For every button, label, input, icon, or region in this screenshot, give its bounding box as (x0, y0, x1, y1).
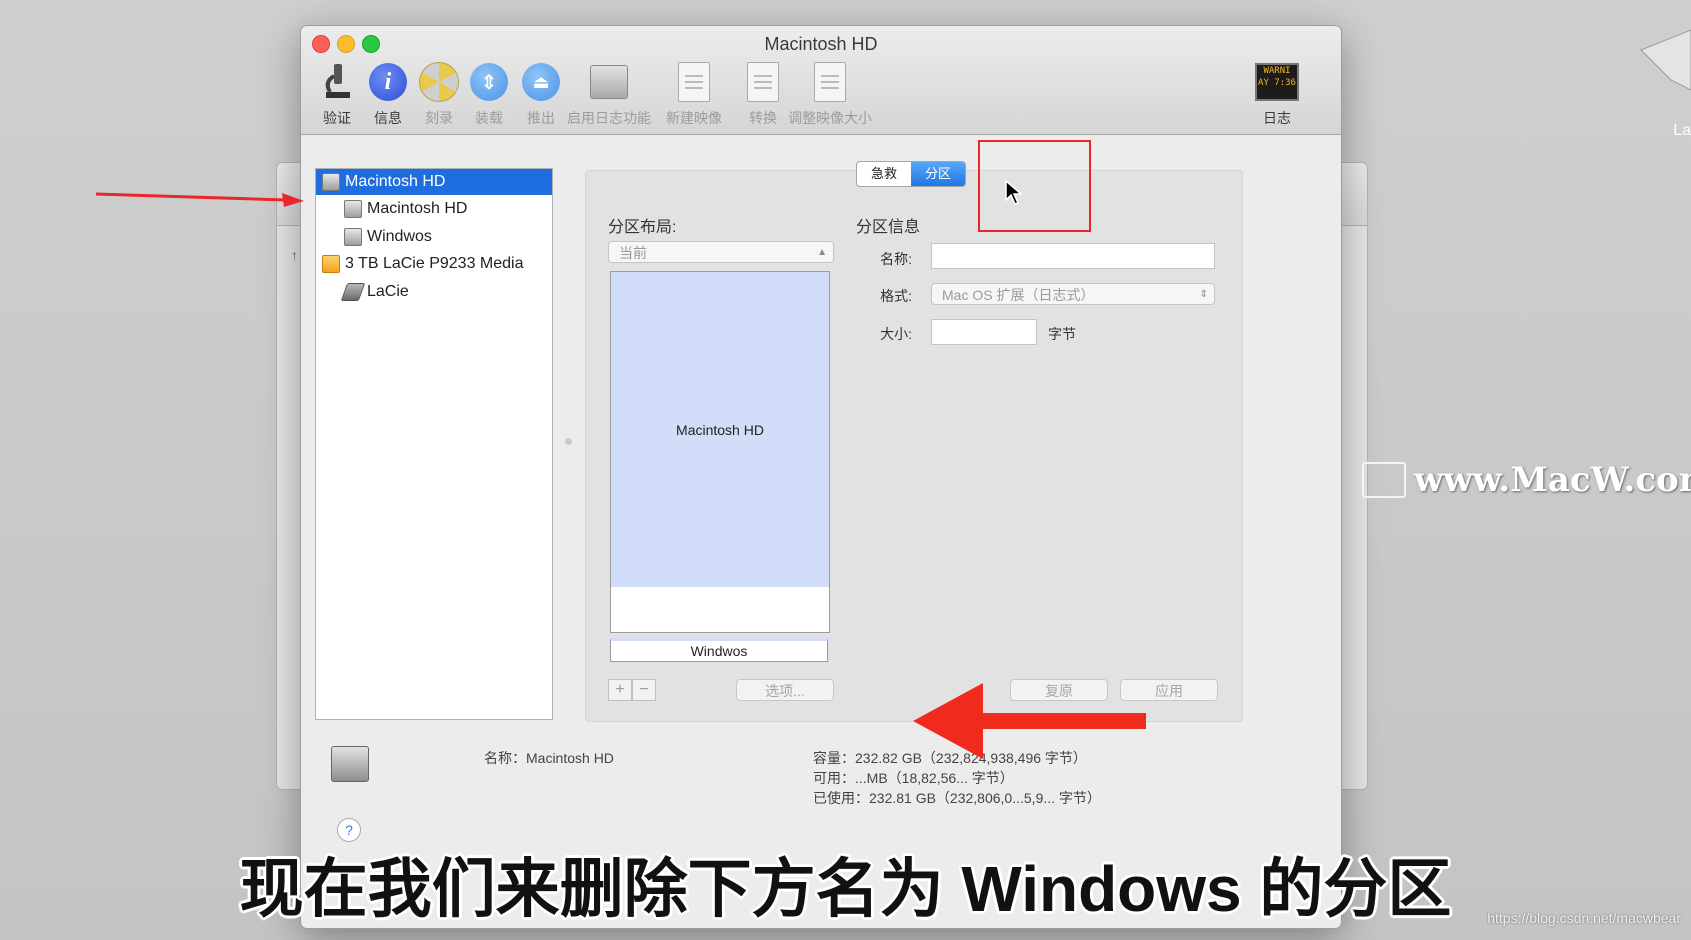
chevron-updown-icon: ▲ (817, 247, 827, 258)
new-image-button[interactable]: 新建映像 (666, 60, 722, 128)
resize-image-icon (814, 62, 846, 102)
microscope-icon (315, 60, 359, 104)
partition-layout-heading: 分区布局: (608, 219, 677, 236)
tab-partition[interactable]: 分区 (911, 162, 966, 186)
format-field-label: 格式: (880, 288, 912, 304)
sidebar-item-windwos-volume[interactable]: Windwos (316, 224, 552, 250)
resize-image-button[interactable]: 调整映像大小 (788, 60, 872, 128)
info-name: 名称：Macintosh HD (484, 750, 614, 766)
journal-disk-icon (590, 65, 628, 99)
info-used: 已使用：232.81 GB（232,806,0...5,9... 字节） (813, 790, 1101, 806)
log-console-icon: WARNI AY 7:36 (1255, 63, 1299, 101)
sidebar-item-lacie-disk[interactable]: 3 TB LaCie P9233 Media (316, 251, 552, 277)
verify-button[interactable]: 验证 (315, 60, 359, 128)
annotation-arrow-small (96, 192, 304, 207)
up-arrow-icon: ↑ (291, 247, 298, 263)
burn-label: 刻录 (425, 110, 453, 126)
partition-macintosh-hd[interactable]: Macintosh HD (611, 272, 829, 587)
tab-segmented-control: 急救 分区 (856, 161, 967, 187)
enable-journaling-button[interactable]: 启用日志功能 (567, 60, 651, 128)
info-label: 信息 (374, 110, 402, 126)
disk-utility-window: Macintosh HD 验证 i 信息 刻录 ⇕ 装载 ⏏ 推出 启用日志功能 (300, 25, 1342, 929)
disk-list-sidebar[interactable]: Macintosh HD Macintosh HD Windwos 3 TB L… (315, 168, 553, 720)
volume-icon (344, 228, 362, 246)
sidebar-item-macintosh-hd-disk[interactable]: Macintosh HD (316, 169, 552, 195)
mount-icon: ⇕ (470, 63, 508, 101)
internal-disk-icon (322, 173, 340, 191)
options-button[interactable]: 选项... (736, 679, 834, 701)
titlebar: Macintosh HD 验证 i 信息 刻录 ⇕ 装载 ⏏ 推出 启用日志功能 (301, 26, 1341, 135)
partition-info-heading: 分区信息 (856, 219, 921, 236)
burn-button[interactable]: 刻录 (417, 60, 461, 128)
window-title: Macintosh HD (764, 34, 878, 54)
name-field-label: 名称: (880, 251, 912, 267)
sidebar-item-lacie-volume[interactable]: LaCie (316, 279, 552, 305)
external-volume-icon (340, 283, 366, 301)
mouse-cursor-icon (1005, 180, 1023, 205)
new-image-label: 新建映像 (666, 110, 722, 126)
subtitle-caption: 现在我们来删除下方名为 Windows 的分区 (239, 853, 1452, 925)
size-unit: 字节 (1048, 326, 1076, 342)
verify-label: 验证 (323, 110, 351, 126)
convert-icon (747, 62, 779, 102)
sidebar-item-label: 3 TB LaCie P9233 Media (345, 255, 524, 272)
partition-windwos[interactable]: Windwos (610, 638, 828, 662)
new-image-icon (678, 62, 710, 102)
volume-icon (344, 200, 362, 218)
tab-first-aid[interactable]: 急救 (857, 162, 911, 186)
sidebar-item-label: Macintosh HD (367, 200, 468, 217)
partition-layout-popup[interactable]: 当前 ▲ (608, 241, 834, 263)
chevron-updown-icon: ⇕ (1199, 289, 1208, 300)
external-disk-icon (322, 255, 340, 273)
lacie-desktop-label: La (1673, 122, 1691, 139)
burn-icon (419, 62, 459, 102)
convert-label: 转换 (749, 110, 777, 126)
eject-label: 推出 (527, 110, 555, 126)
journal-label: 启用日志功能 (567, 110, 651, 126)
name-field[interactable] (931, 243, 1215, 269)
annotation-arrow-large (913, 683, 1146, 759)
watermark-logo-icon (1362, 462, 1406, 498)
info-icon: i (369, 63, 407, 101)
split-view-handle[interactable] (565, 438, 572, 445)
info-available: 可用：...MB（18,82,56... 字节） (813, 770, 1014, 786)
mount-label: 装载 (475, 110, 503, 126)
selected-disk-icon (331, 746, 369, 782)
eject-button[interactable]: ⏏ 推出 (519, 60, 563, 128)
size-field[interactable] (931, 319, 1037, 345)
add-remove-controls: + − (608, 679, 656, 701)
log-button[interactable]: WARNI AY 7:36 日志 (1255, 60, 1299, 128)
format-value: Mac OS 扩展（日志式） (942, 287, 1095, 303)
convert-button[interactable]: 转换 (741, 60, 785, 128)
sidebar-item-label: LaCie (367, 283, 409, 300)
sidebar-item-macintosh-hd-volume[interactable]: Macintosh HD (316, 196, 552, 222)
log-label: 日志 (1263, 110, 1291, 126)
partition-map: Macintosh HD (610, 271, 830, 633)
partition-panel: 急救 分区 分区布局: 当前 ▲ Macintosh HD Windwos + … (585, 161, 1243, 722)
size-field-label: 大小: (880, 326, 912, 342)
watermark-text: www.MacW.com (1414, 460, 1691, 500)
remove-partition-button[interactable]: − (632, 679, 656, 701)
format-popup[interactable]: Mac OS 扩展（日志式） ⇕ (931, 283, 1215, 305)
source-credit: https://blog.csdn.net/macwbear (1487, 910, 1681, 926)
sidebar-item-label: Windwos (367, 228, 432, 245)
annotation-highlight-box (978, 140, 1091, 232)
eject-icon: ⏏ (522, 63, 560, 101)
mount-button[interactable]: ⇕ 装载 (467, 60, 511, 128)
add-partition-button[interactable]: + (608, 679, 632, 701)
info-button[interactable]: i 信息 (366, 60, 410, 128)
sidebar-item-label: Macintosh HD (345, 173, 446, 190)
watermark: www.MacW.com (1362, 460, 1691, 500)
partition-layout-value: 当前 (619, 245, 647, 261)
resize-image-label: 调整映像大小 (788, 110, 872, 126)
